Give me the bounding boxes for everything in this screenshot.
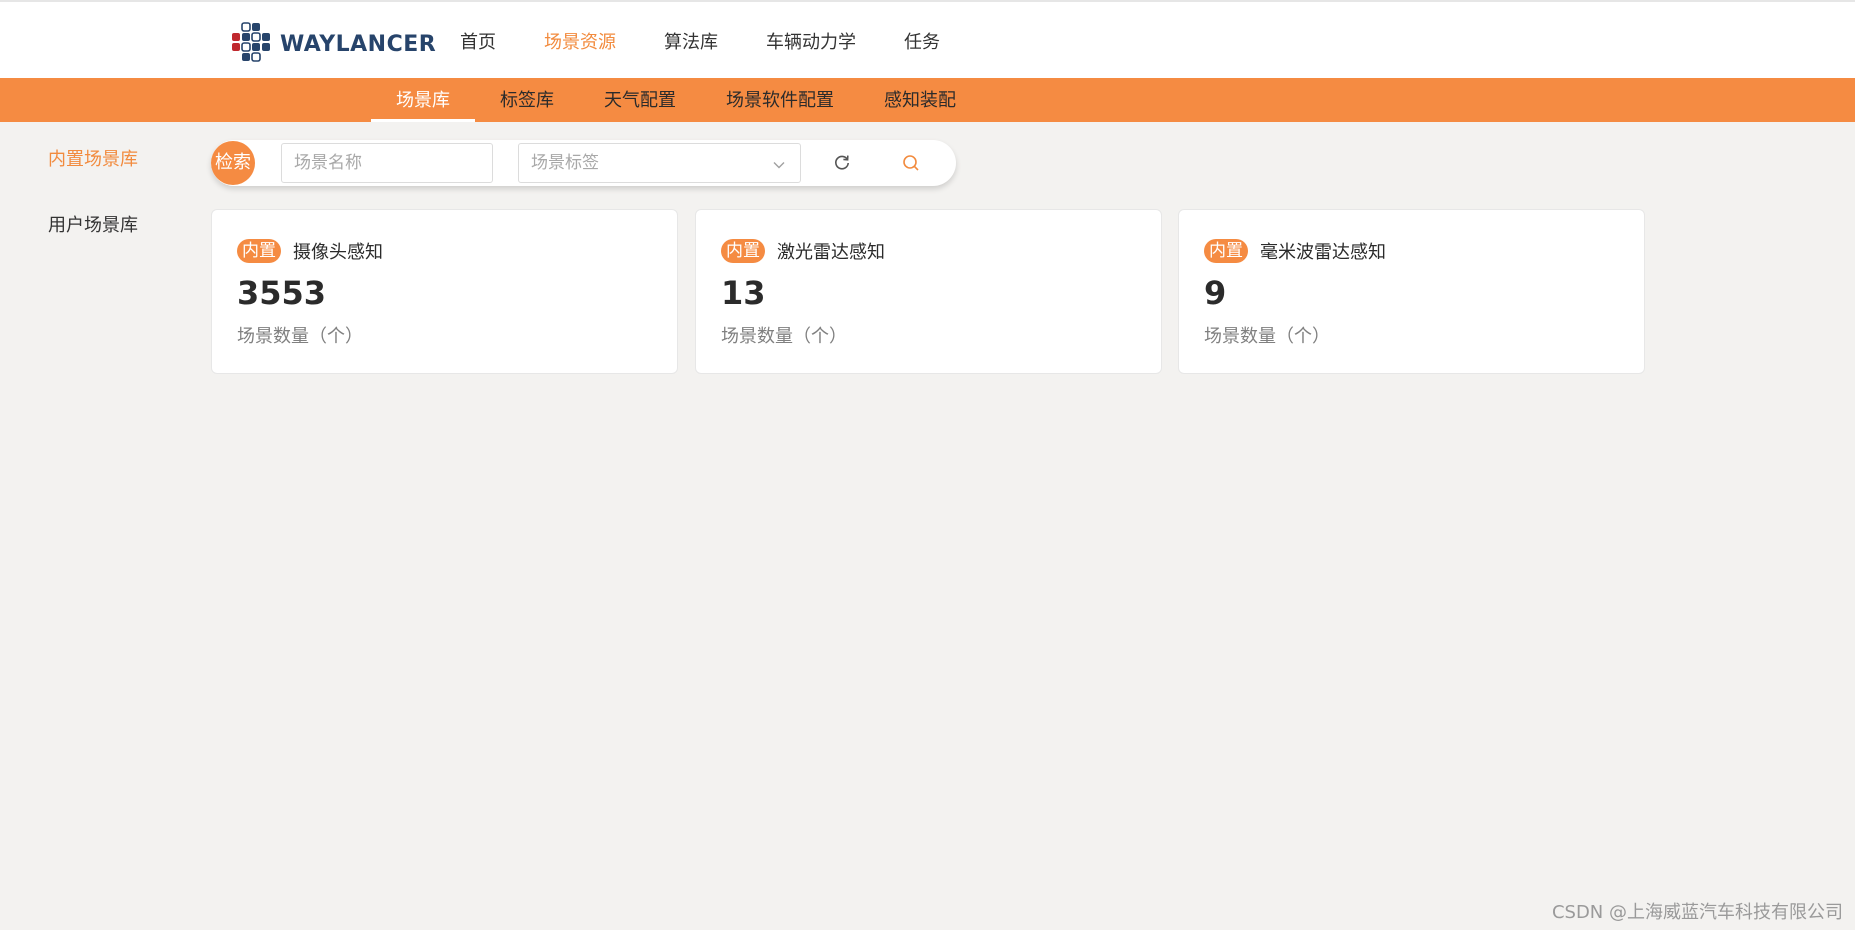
search-icon xyxy=(899,155,923,179)
card-count: 3553 xyxy=(237,274,327,312)
card-unit: 场景数量（个） xyxy=(1204,326,1330,347)
scene-card-mmwave-radar[interactable]: 内置 毫米波雷达感知 9 场景数量（个） xyxy=(1178,209,1645,374)
top-header: WAYLANCER 首页 场景资源 算法库 车辆动力学 任务 xyxy=(0,0,1855,78)
tab-scene-software-config[interactable]: 场景软件配置 xyxy=(701,78,859,122)
card-tag: 内置 xyxy=(1204,239,1248,263)
side-menu: 内置场景库 用户场景库 xyxy=(48,145,138,277)
card-title: 毫米波雷达感知 xyxy=(1260,242,1386,263)
waylancer-logo-icon xyxy=(228,22,272,66)
card-count: 13 xyxy=(721,274,766,312)
card-unit: 场景数量（个） xyxy=(721,326,847,347)
card-unit: 场景数量（个） xyxy=(237,326,363,347)
reset-button[interactable] xyxy=(830,151,854,175)
watermark: CSDN @上海威蓝汽车科技有限公司 xyxy=(1551,902,1843,923)
scene-tag-placeholder: 场景标签 xyxy=(531,153,599,173)
card-tag: 内置 xyxy=(237,239,281,263)
logo-text: WAYLANCER xyxy=(280,31,437,57)
search-badge: 检索 xyxy=(211,141,255,185)
chevron-down-icon xyxy=(772,157,786,176)
tab-scene-library[interactable]: 场景库 xyxy=(371,78,475,122)
card-title: 激光雷达感知 xyxy=(777,242,885,263)
nav-item-algorithm-library[interactable]: 算法库 xyxy=(664,28,718,54)
search-button[interactable] xyxy=(899,151,923,175)
tab-tag-library[interactable]: 标签库 xyxy=(475,78,579,122)
scene-name-input[interactable] xyxy=(281,143,493,183)
tab-perception-assembly[interactable]: 感知装配 xyxy=(859,78,981,122)
tab-weather-config[interactable]: 天气配置 xyxy=(579,78,701,122)
sub-nav-bar: 场景库 标签库 天气配置 场景软件配置 感知装配 xyxy=(0,78,1855,122)
nav-item-home[interactable]: 首页 xyxy=(460,28,496,54)
card-title: 摄像头感知 xyxy=(293,242,383,263)
main-nav: 首页 场景资源 算法库 车辆动力学 任务 xyxy=(460,2,988,80)
nav-item-tasks[interactable]: 任务 xyxy=(904,28,940,54)
side-item-builtin-scenes[interactable]: 内置场景库 xyxy=(48,145,138,175)
scene-tag-select[interactable]: 场景标签 xyxy=(518,143,801,183)
search-bar: 检索 场景标签 xyxy=(211,140,956,186)
nav-item-vehicle-dynamics[interactable]: 车辆动力学 xyxy=(766,28,856,54)
sub-nav: 场景库 标签库 天气配置 场景软件配置 感知装配 xyxy=(371,78,981,122)
refresh-icon xyxy=(830,155,854,179)
logo[interactable]: WAYLANCER xyxy=(228,22,436,66)
card-count: 9 xyxy=(1204,274,1227,312)
scene-card-camera[interactable]: 内置 摄像头感知 3553 场景数量（个） xyxy=(211,209,678,374)
card-tag: 内置 xyxy=(721,239,765,263)
nav-item-scene-resources[interactable]: 场景资源 xyxy=(544,28,616,54)
side-item-user-scenes[interactable]: 用户场景库 xyxy=(48,211,138,241)
scene-card-lidar[interactable]: 内置 激光雷达感知 13 场景数量（个） xyxy=(695,209,1162,374)
